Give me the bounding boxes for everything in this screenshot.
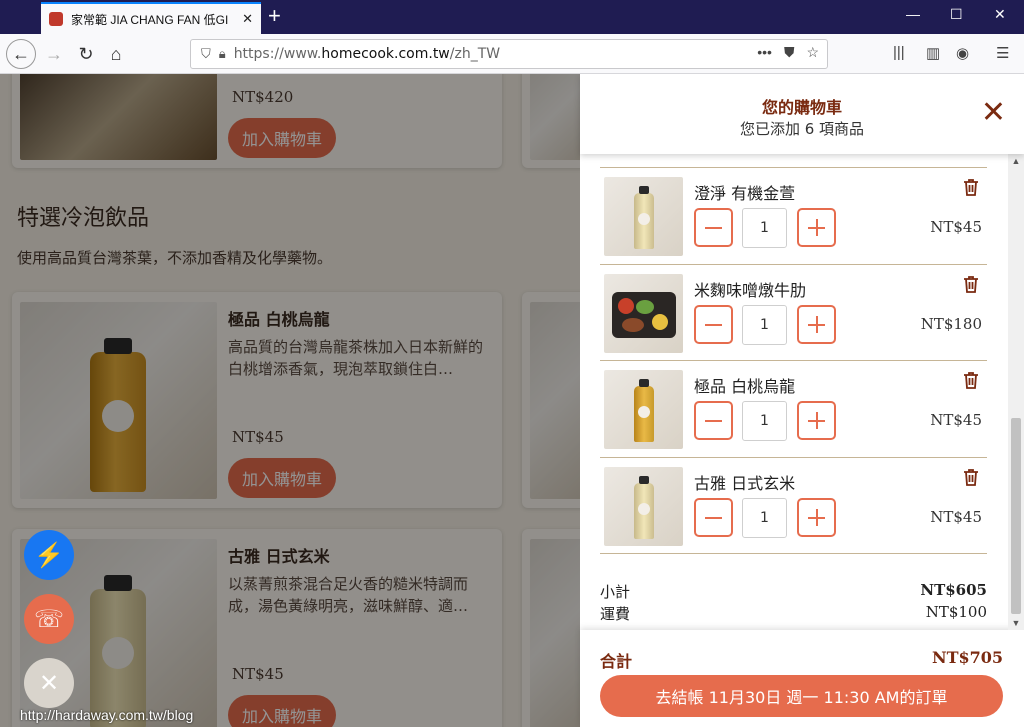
cart-item-name: 米麴味噌燉牛肋 [694, 281, 807, 300]
scrollbar-thumb[interactable] [1011, 418, 1021, 614]
modal-backdrop[interactable] [0, 74, 580, 727]
increase-qty-button[interactable] [797, 208, 836, 247]
cart-item-image [604, 177, 683, 256]
cart-item: 澄淨 有機金萱 1 NT$45 [600, 167, 987, 264]
close-cart-icon[interactable]: ✕ [981, 98, 1006, 128]
cart-scrollbar[interactable]: ▲ ▼ [1008, 154, 1024, 630]
cart-item-name: 極品 白桃烏龍 [694, 377, 796, 396]
total-row: 合計 NT$705 [600, 648, 1003, 672]
url-text: https://www.homecook.com.tw/zh_TW [233, 46, 501, 62]
back-icon[interactable]: ← [6, 39, 36, 69]
increase-qty-button[interactable] [797, 305, 836, 344]
phone-button[interactable]: ☏ [24, 594, 74, 644]
page-actions-icon[interactable]: ••• [757, 44, 772, 61]
trash-icon[interactable] [963, 178, 979, 196]
increase-qty-button[interactable] [797, 498, 836, 537]
bookmark-star-icon[interactable]: ☆ [806, 44, 819, 61]
maximize-icon[interactable]: ☐ [950, 6, 963, 23]
watermark: http://hardaway.com.tw/blog [20, 707, 194, 723]
subtotal-label: 小計 [600, 583, 631, 601]
qty-input[interactable]: 1 [742, 208, 787, 248]
shipping-row: 運費 NT$100 [600, 603, 987, 624]
scroll-up-icon[interactable]: ▲ [1008, 156, 1024, 166]
cart-item-image [604, 467, 683, 546]
new-tab-icon[interactable]: + [268, 4, 281, 28]
shipping-label: 運費 [600, 605, 631, 623]
total-label: 合計 [600, 652, 633, 671]
phone-icon: ☏ [33, 605, 64, 633]
close-window-icon[interactable]: ✕ [994, 6, 1006, 23]
pocket-icon[interactable]: ⛊ [784, 44, 795, 61]
messenger-button[interactable]: ⚡ [24, 530, 74, 580]
trash-icon[interactable] [963, 275, 979, 293]
library-icon[interactable]: ||| [893, 44, 905, 61]
cart-header: 您的購物車 您已添加 6 項商品 ✕ [580, 74, 1024, 154]
cart-item-name: 澄淨 有機金萱 [694, 184, 796, 203]
subtotal-value: NT$605 [920, 581, 987, 599]
qty-input[interactable]: 1 [742, 305, 787, 345]
trash-icon[interactable] [963, 468, 979, 486]
total-value: NT$705 [931, 648, 1003, 667]
sidebar-icon[interactable]: ▥ [926, 44, 940, 62]
minimize-icon[interactable]: — [906, 6, 920, 22]
decrease-qty-button[interactable] [694, 401, 733, 440]
trash-icon[interactable] [963, 371, 979, 389]
lock-icon[interactable]: 🔒︎ [219, 46, 226, 62]
cart-item-count: 您已添加 6 項商品 [739, 120, 865, 138]
messenger-icon: ⚡ [34, 541, 64, 569]
browser-tab-bar: 家常範 JIA CHANG FAN 低GI ✕ + — ☐ ✕ [0, 0, 1024, 34]
cart-item-image [604, 274, 683, 353]
browser-nav-bar: ← → ↻ ⌂ ⛉ 🔒︎ https://www.homecook.com.tw… [0, 34, 1024, 74]
checkout-button[interactable]: 去結帳 11月30日 週一 11:30 AM的訂單 [600, 675, 1003, 717]
qty-input[interactable]: 1 [742, 401, 787, 441]
cart-item: 米麴味噌燉牛肋 1 NT$180 [600, 264, 987, 361]
cart-item-name: 古雅 日式玄米 [694, 474, 796, 493]
increase-qty-button[interactable] [797, 401, 836, 440]
tracking-shield-icon[interactable]: ⛉ [201, 46, 211, 62]
decrease-qty-button[interactable] [694, 208, 733, 247]
menu-icon[interactable]: ☰ [996, 44, 1009, 62]
cart-footer: 合計 NT$705 去結帳 11月30日 週一 11:30 AM的訂單 [580, 630, 1024, 727]
cart-item: 古雅 日式玄米 1 NT$45 [600, 457, 987, 554]
scroll-down-icon[interactable]: ▼ [1008, 618, 1024, 628]
cart-title: 您的購物車 [761, 98, 842, 117]
subtotal-row: 小計 NT$605 [600, 581, 987, 602]
cart-item-price: NT$45 [930, 508, 982, 526]
tab-title: 家常範 JIA CHANG FAN 低GI [71, 12, 229, 27]
home-icon[interactable]: ⌂ [100, 38, 132, 70]
site-favicon-icon [49, 12, 63, 26]
forward-icon[interactable]: → [38, 38, 70, 70]
cart-item-price: NT$45 [930, 218, 982, 236]
browser-tab[interactable]: 家常範 JIA CHANG FAN 低GI ✕ [41, 2, 261, 34]
reload-icon[interactable]: ↻ [70, 38, 102, 70]
cart-item-image [604, 370, 683, 449]
address-bar[interactable]: ⛉ 🔒︎ https://www.homecook.com.tw/zh_TW •… [190, 39, 828, 69]
cart-item-price: NT$180 [920, 315, 982, 333]
cart-item-price: NT$45 [930, 411, 982, 429]
close-tab-icon[interactable]: ✕ [242, 11, 253, 27]
cart-drawer: 您的購物車 您已添加 6 項商品 ✕ 澄淨 有機金萱 1 NT$45 米麴味噌燉… [580, 74, 1024, 727]
qty-input[interactable]: 1 [742, 498, 787, 538]
account-icon[interactable]: ◉ [956, 44, 969, 62]
cart-item [600, 154, 987, 162]
cart-item-list: 澄淨 有機金萱 1 NT$45 米麴味噌燉牛肋 1 NT$180 極品 白桃烏龍… [580, 154, 1024, 629]
close-icon: ✕ [38, 669, 60, 697]
decrease-qty-button[interactable] [694, 305, 733, 344]
page-content: NT$420 加入購物車 特選冷泡飲品 使用高品質台灣茶葉，不添加香精及化學藥物… [0, 74, 1024, 727]
decrease-qty-button[interactable] [694, 498, 733, 537]
cart-item: 極品 白桃烏龍 1 NT$45 [600, 360, 987, 457]
shipping-value: NT$100 [925, 603, 987, 621]
close-fab-button[interactable]: ✕ [24, 658, 74, 708]
